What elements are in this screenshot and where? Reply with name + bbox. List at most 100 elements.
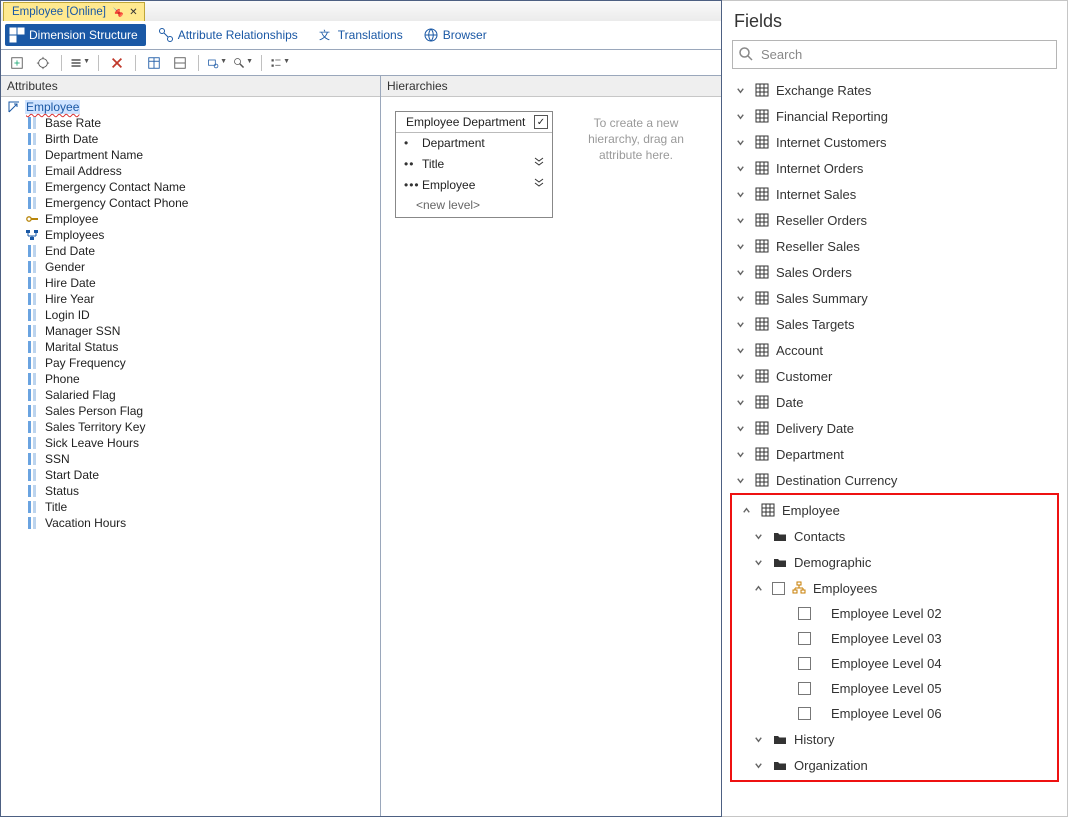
fields-table-item[interactable]: Destination Currency (726, 467, 1063, 493)
delete-button[interactable] (107, 53, 127, 73)
hierarchy-new-level[interactable]: <new level> (396, 195, 552, 217)
checkbox[interactable] (798, 707, 811, 720)
attribute-item[interactable]: Start Date (25, 467, 380, 483)
attribute-item[interactable]: Login ID (25, 307, 380, 323)
hierarchy-employee-department[interactable]: Employee Department ✓ •Department••Title… (395, 111, 553, 218)
search-input[interactable] (732, 40, 1057, 69)
attribute-item[interactable]: Salaried Flag (25, 387, 380, 403)
show-table-button[interactable] (144, 53, 164, 73)
chevron-down-icon[interactable] (732, 472, 748, 488)
fields-table-item[interactable]: Department (726, 441, 1063, 467)
chevron-down-icon[interactable] (732, 368, 748, 384)
attribute-item[interactable]: Employees (25, 227, 380, 243)
attribute-item[interactable]: SSN (25, 451, 380, 467)
chevron-down-icon[interactable] (732, 134, 748, 150)
fields-table-item[interactable]: Sales Summary (726, 285, 1063, 311)
attribute-item[interactable]: Sick Leave Hours (25, 435, 380, 451)
fields-level-item[interactable]: Employee Level 06 (732, 701, 1057, 726)
attribute-item[interactable]: Email Address (25, 163, 380, 179)
chevron-down-icon[interactable] (732, 186, 748, 202)
attribute-item[interactable]: Base Rate (25, 115, 380, 131)
chevron-down-icon[interactable] (732, 108, 748, 124)
fields-level-item[interactable]: Employee Level 05 (732, 676, 1057, 701)
fields-folder-contacts[interactable]: Contacts (732, 523, 1057, 549)
attributes-tree[interactable]: Employee Base RateBirth DateDepartment N… (1, 97, 380, 816)
attribute-item[interactable]: Hire Date (25, 275, 380, 291)
chevron-down-icon[interactable] (732, 290, 748, 306)
tab-attribute-relationships[interactable]: Attribute Relationships (154, 24, 306, 46)
fields-folder-history[interactable]: History (732, 726, 1057, 752)
hierarchy-title-row[interactable]: Employee Department ✓ (396, 112, 552, 133)
chevron-down-icon[interactable] (732, 82, 748, 98)
attribute-item[interactable]: Emergency Contact Phone (25, 195, 380, 211)
fields-table-item[interactable]: Internet Sales (726, 181, 1063, 207)
attribute-item[interactable]: Status (25, 483, 380, 499)
attribute-item[interactable]: Employee (25, 211, 380, 227)
fields-folder-organization[interactable]: Organization (732, 752, 1057, 778)
fields-table-item[interactable]: Sales Orders (726, 259, 1063, 285)
fields-table-item[interactable]: Reseller Sales (726, 233, 1063, 259)
chevron-down-icon[interactable] (732, 238, 748, 254)
writeback-button[interactable]: ▼ (270, 53, 290, 73)
chevron-down-icon[interactable] (750, 731, 766, 747)
chevron-down-icon[interactable] (732, 446, 748, 462)
pin-icon[interactable]: 📌 (112, 6, 123, 17)
checkbox[interactable] (772, 582, 785, 595)
attribute-item[interactable]: Birth Date (25, 131, 380, 147)
tab-translations[interactable]: 文 Translations (314, 24, 411, 46)
fields-table-item[interactable]: Delivery Date (726, 415, 1063, 441)
fields-table-item[interactable]: Customer (726, 363, 1063, 389)
fields-table-item[interactable]: Internet Orders (726, 155, 1063, 181)
fields-table-item[interactable]: Exchange Rates (726, 77, 1063, 103)
attribute-item[interactable]: Department Name (25, 147, 380, 163)
chevron-down-icon[interactable] (732, 264, 748, 280)
attribute-item[interactable]: Hire Year (25, 291, 380, 307)
find-button[interactable]: ▼ (233, 53, 253, 73)
fields-list[interactable]: Exchange RatesFinancial ReportingInterne… (722, 77, 1067, 816)
checkbox[interactable] (798, 657, 811, 670)
chevron-down-icon[interactable] (732, 212, 748, 228)
attribute-root-employee[interactable]: Employee (7, 99, 380, 115)
attribute-item[interactable]: Emergency Contact Name (25, 179, 380, 195)
attribute-item[interactable]: Sales Person Flag (25, 403, 380, 419)
hierarchy-level[interactable]: •••Employee (396, 174, 552, 195)
fields-table-employee[interactable]: Employee (732, 497, 1057, 523)
checkbox[interactable] (798, 682, 811, 695)
fields-table-item[interactable]: Internet Customers (726, 129, 1063, 155)
fields-level-item[interactable]: Employee Level 03 (732, 626, 1057, 651)
fields-table-item[interactable]: Sales Targets (726, 311, 1063, 337)
attribute-item[interactable]: Manager SSN (25, 323, 380, 339)
fields-folder-demographic[interactable]: Demographic (732, 549, 1057, 575)
fields-table-item[interactable]: Account (726, 337, 1063, 363)
chevron-down-icon[interactable] (732, 316, 748, 332)
attribute-item[interactable]: Marital Status (25, 339, 380, 355)
fields-table-item[interactable]: Date (726, 389, 1063, 415)
add-attribute-button[interactable] (7, 53, 27, 73)
process-button[interactable] (33, 53, 53, 73)
attribute-item[interactable]: Phone (25, 371, 380, 387)
chevron-up-icon[interactable] (738, 502, 754, 518)
hierarchies-area[interactable]: Employee Department ✓ •Department••Title… (381, 97, 721, 232)
tab-browser[interactable]: Browser (419, 24, 495, 46)
checkbox[interactable] (798, 607, 811, 620)
show-tree-button[interactable] (170, 53, 190, 73)
chevron-down-icon[interactable] (732, 394, 748, 410)
hierarchy-level[interactable]: •Department (396, 133, 552, 153)
tab-dimension-structure[interactable]: Dimension Structure (5, 24, 146, 46)
fields-hierarchy-employees[interactable]: Employees (732, 575, 1057, 601)
chevron-down-icon[interactable] (750, 528, 766, 544)
attribute-item[interactable]: Gender (25, 259, 380, 275)
chevron-down-icon[interactable] (732, 420, 748, 436)
chevron-up-icon[interactable] (750, 580, 766, 596)
fields-table-item[interactable]: Reseller Orders (726, 207, 1063, 233)
document-tab-employee[interactable]: Employee [Online] 📌 ✕ (3, 2, 145, 21)
hierarchy-level[interactable]: ••Title (396, 153, 552, 174)
fields-table-item[interactable]: Financial Reporting (726, 103, 1063, 129)
checkbox[interactable] (798, 632, 811, 645)
attribute-item[interactable]: Title (25, 499, 380, 515)
chevron-down-icon[interactable] (732, 342, 748, 358)
zoom-button[interactable]: ▼ (207, 53, 227, 73)
attribute-item[interactable]: End Date (25, 243, 380, 259)
chevron-down-icon[interactable] (732, 160, 748, 176)
fields-level-item[interactable]: Employee Level 04 (732, 651, 1057, 676)
